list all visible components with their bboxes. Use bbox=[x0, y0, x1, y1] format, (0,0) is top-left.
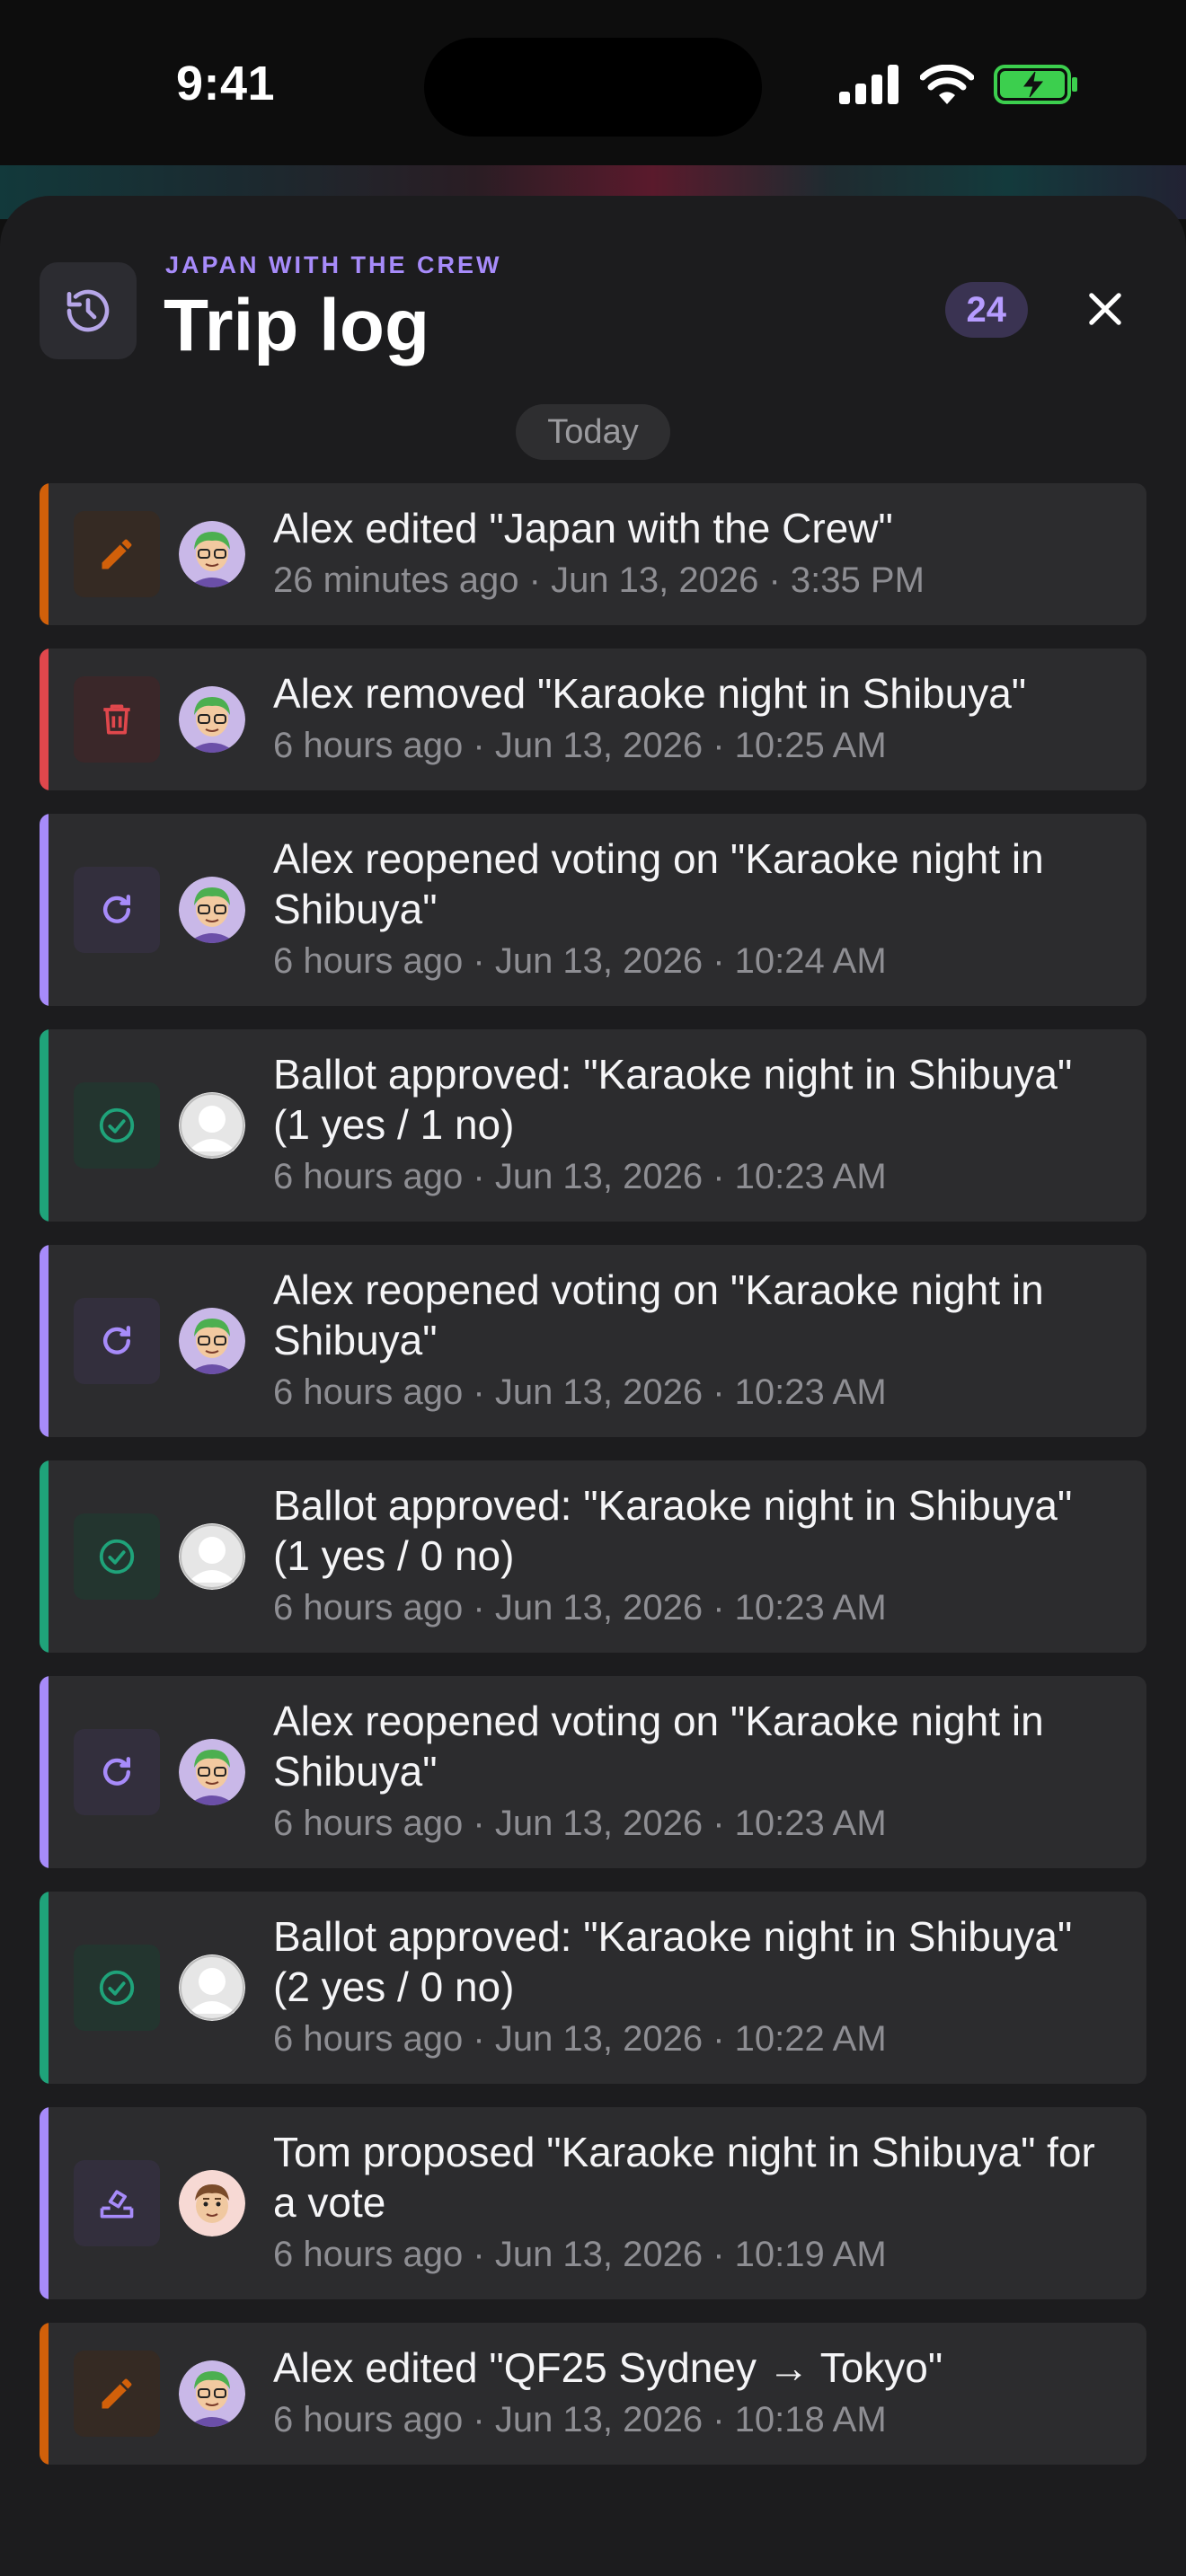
entry-timestamp: 6 hours ago · Jun 13, 2026 · 10:24 AM bbox=[273, 941, 887, 981]
entry-timestamp: 6 hours ago · Jun 13, 2026 · 10:23 AM bbox=[273, 1804, 887, 1843]
alex-avatar bbox=[179, 1308, 245, 1374]
entry-count-badge: 24 bbox=[944, 282, 1028, 338]
entry-timestamp: 6 hours ago · Jun 13, 2026 · 10:18 AM bbox=[273, 2400, 887, 2439]
log-entry[interactable]: Alex removed "Karaoke night in Shibuya" 6… bbox=[40, 648, 1146, 790]
reopen-icon bbox=[74, 1298, 160, 1384]
entry-timestamp: 26 minutes ago · Jun 13, 2026 · 3:35 PM bbox=[273, 560, 925, 600]
status-icons bbox=[839, 65, 1078, 104]
entry-message: Alex edited "QF25 Sydney → Tokyo" bbox=[273, 2344, 943, 2391]
battery-charging-icon bbox=[994, 65, 1077, 104]
entry-message: Alex removed "Karaoke night in Shibuya" bbox=[273, 670, 1027, 717]
entry-accent-bar bbox=[40, 1892, 49, 2084]
sheet-header: JAPAN WITH THE CREW Trip log 24 bbox=[40, 225, 1146, 368]
tom-avatar bbox=[179, 2170, 245, 2236]
trip-log-sheet: JAPAN WITH THE CREW Trip log 24 Today Al… bbox=[0, 196, 1186, 2576]
entry-message: Ballot approved: "Karaoke night in Shibu… bbox=[273, 1482, 1073, 1579]
alex-avatar bbox=[179, 521, 245, 587]
default-avatar bbox=[179, 1092, 245, 1159]
history-icon bbox=[40, 262, 137, 359]
entry-accent-bar bbox=[40, 648, 49, 790]
entry-timestamp: 6 hours ago · Jun 13, 2026 · 10:23 AM bbox=[273, 1157, 887, 1196]
ballot-icon bbox=[74, 2160, 160, 2246]
log-entry[interactable]: Alex edited "QF25 Sydney → Tokyo" 6 hours… bbox=[40, 2323, 1146, 2465]
entry-accent-bar bbox=[40, 814, 49, 1006]
trip-name: JAPAN WITH THE CREW bbox=[165, 251, 502, 278]
check-circle-icon bbox=[74, 1945, 160, 2031]
log-entry[interactable]: Alex reopened voting on "Karaoke night i… bbox=[40, 814, 1146, 1006]
page-title: Trip log bbox=[164, 285, 430, 366]
log-entry[interactable]: Tom proposed "Karaoke night in Shibuya" … bbox=[40, 2107, 1146, 2299]
day-separator: Today bbox=[516, 404, 670, 460]
pencil-icon bbox=[74, 2351, 160, 2437]
status-time: 9:41 bbox=[176, 57, 276, 110]
close-icon bbox=[1089, 293, 1121, 325]
signal-icon bbox=[839, 65, 898, 104]
log-entry[interactable]: Ballot approved: "Karaoke night in Shibu… bbox=[40, 1029, 1146, 1222]
entry-message: Alex edited "Japan with the Crew" bbox=[273, 505, 893, 551]
alex-avatar bbox=[179, 877, 245, 943]
close-button[interactable] bbox=[1064, 268, 1146, 350]
check-circle-icon bbox=[74, 1513, 160, 1600]
trash-icon bbox=[74, 676, 160, 763]
entry-timestamp: 6 hours ago · Jun 13, 2026 · 10:23 AM bbox=[273, 1372, 887, 1412]
entry-message: Tom proposed "Karaoke night in Shibuya" … bbox=[273, 2129, 1095, 2226]
reopen-icon bbox=[74, 1729, 160, 1815]
check-circle-icon bbox=[74, 1082, 160, 1169]
entry-accent-bar bbox=[40, 1460, 49, 1653]
entry-timestamp: 6 hours ago · Jun 13, 2026 · 10:25 AM bbox=[273, 726, 887, 765]
dynamic-island bbox=[424, 38, 762, 137]
entry-message: Ballot approved: "Karaoke night in Shibu… bbox=[273, 1913, 1073, 2010]
entry-message: Alex reopened voting on "Karaoke night i… bbox=[273, 1266, 1044, 1363]
entry-timestamp: 6 hours ago · Jun 13, 2026 · 10:23 AM bbox=[273, 1588, 887, 1628]
log-entry[interactable]: Ballot approved: "Karaoke night in Shibu… bbox=[40, 1892, 1146, 2084]
log-entry[interactable]: Ballot approved: "Karaoke night in Shibu… bbox=[40, 1460, 1146, 1653]
pencil-icon bbox=[74, 511, 160, 597]
default-avatar bbox=[179, 1523, 245, 1590]
entry-timestamp: 6 hours ago · Jun 13, 2026 · 10:22 AM bbox=[273, 2019, 887, 2059]
alex-avatar bbox=[179, 1739, 245, 1805]
status-bar: 9:41 bbox=[0, 0, 1186, 165]
entry-message: Alex reopened voting on "Karaoke night i… bbox=[273, 835, 1044, 932]
log-list: Alex edited "Japan with the Crew" 26 minu… bbox=[40, 483, 1146, 2488]
entry-accent-bar bbox=[40, 2107, 49, 2299]
entry-accent-bar bbox=[40, 483, 49, 625]
entry-accent-bar bbox=[40, 2323, 49, 2465]
entry-timestamp: 6 hours ago · Jun 13, 2026 · 10:19 AM bbox=[273, 2235, 887, 2274]
log-entry[interactable]: Alex reopened voting on "Karaoke night i… bbox=[40, 1676, 1146, 1868]
alex-avatar bbox=[179, 686, 245, 753]
log-entry[interactable]: Alex edited "Japan with the Crew" 26 minu… bbox=[40, 483, 1146, 625]
default-avatar bbox=[179, 1954, 245, 2021]
entry-message: Alex reopened voting on "Karaoke night i… bbox=[273, 1698, 1044, 1795]
entry-message: Ballot approved: "Karaoke night in Shibu… bbox=[273, 1051, 1073, 1148]
entry-accent-bar bbox=[40, 1029, 49, 1222]
entry-accent-bar bbox=[40, 1245, 49, 1437]
entry-accent-bar bbox=[40, 1676, 49, 1868]
reopen-icon bbox=[74, 867, 160, 953]
log-entry[interactable]: Alex reopened voting on "Karaoke night i… bbox=[40, 1245, 1146, 1437]
alex-avatar bbox=[179, 2360, 245, 2427]
wifi-icon bbox=[920, 65, 974, 104]
